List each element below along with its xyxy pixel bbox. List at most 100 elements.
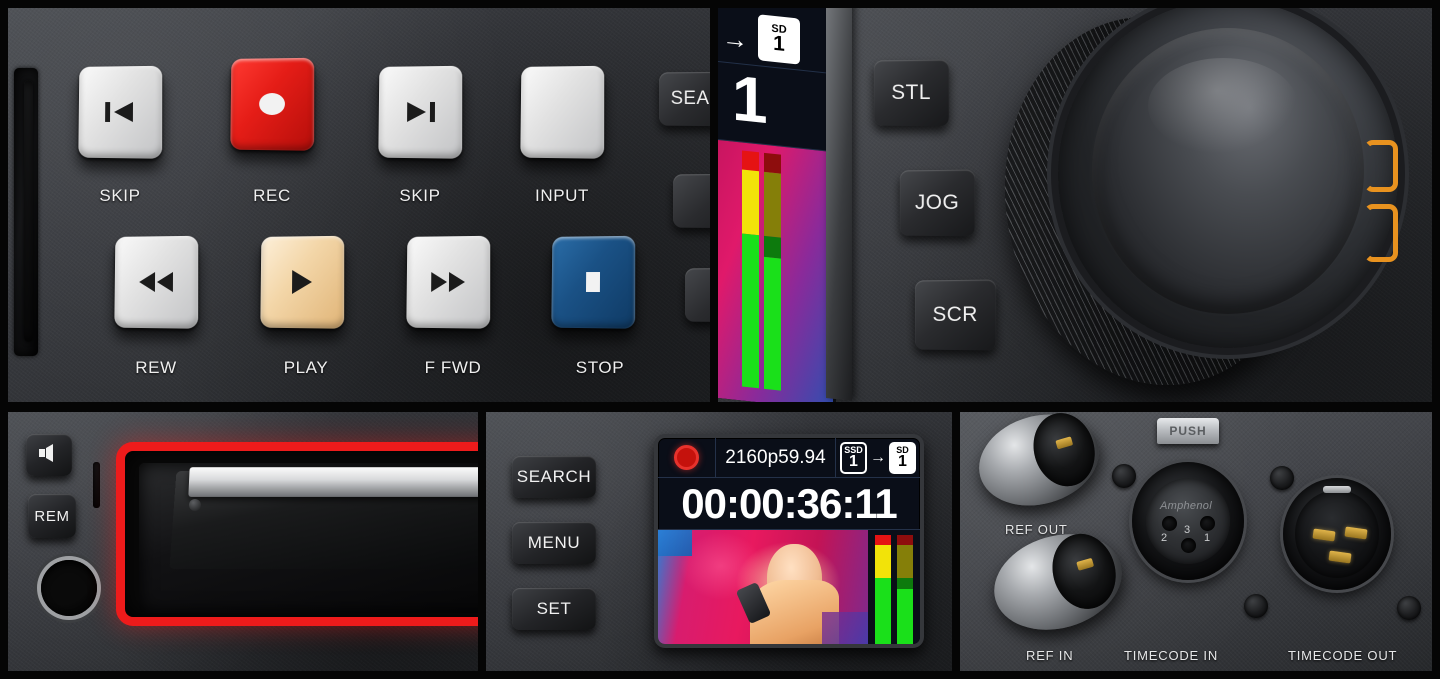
source-ssd-badge: SSD 1 (840, 442, 867, 474)
input-label: INPUT (497, 186, 627, 206)
rec-button[interactable] (230, 58, 314, 151)
play-button[interactable] (260, 236, 344, 329)
device-photo-composite: SKIP REC SKIP INPUT REW PLAY F FWD STOP … (0, 0, 1440, 679)
stop-square-icon (581, 269, 605, 295)
xlr-key-notch (1323, 486, 1351, 493)
orange-indicator-mark-2 (1364, 204, 1398, 262)
timecode-out-label: TIMECODE OUT (1288, 648, 1397, 663)
mounting-screw-4 (1397, 596, 1421, 620)
search-button[interactable]: SEARCH (512, 456, 596, 498)
bnc-barrel (1044, 526, 1125, 616)
xlr-pin-hole-3 (1181, 538, 1196, 553)
key-face (520, 66, 604, 159)
connector-panel: REF OUT REF IN PUSH Amphenol 2 3 1 TIMEC… (960, 412, 1432, 671)
jog-button[interactable]: JOG (900, 170, 975, 237)
push-latch-tab[interactable]: PUSH (1157, 418, 1219, 444)
side-search-label: SEA (671, 88, 710, 110)
skip-forward-label: SKIP (355, 186, 485, 206)
rem-label: REM (34, 508, 69, 525)
play-icon (289, 268, 315, 296)
record-dot-icon (674, 445, 699, 470)
format-cell: 2160p59.94 (716, 438, 836, 477)
video-thumbnail (658, 530, 868, 648)
side-button-3[interactable] (685, 268, 710, 323)
skip-forward-icon (403, 99, 437, 125)
jog-label: JOG (915, 191, 959, 215)
amphenol-brand-text: Amphenol (1160, 500, 1212, 512)
lcd-video-preview (658, 530, 920, 648)
speaker-button[interactable] (26, 434, 72, 476)
jog-panel-lcd: → SD 1 1 (718, 8, 836, 402)
status-lcd[interactable]: 2160p59.94 SSD 1 → SD 1 00:00:36:11 (654, 434, 924, 648)
set-button[interactable]: SET (512, 588, 596, 630)
menu-button[interactable]: MENU (512, 522, 596, 564)
mounting-screw-1 (1112, 464, 1136, 488)
audio-meters (868, 530, 920, 648)
rec-indicator-cell (658, 438, 716, 477)
timecode-out-xlr[interactable] (1283, 478, 1391, 590)
badge-bottom: 1 (849, 454, 858, 469)
search-label: SEARCH (517, 467, 591, 487)
lcd-audio-meters (742, 151, 781, 391)
ref-in-bnc-connector[interactable] (983, 520, 1133, 644)
ssd-drive-edge (188, 467, 478, 497)
jog-wheel-panel: → SD 1 1 STL JOG SCR (718, 8, 1432, 402)
orange-indicator-mark (1364, 140, 1398, 192)
audio-meter-ch2 (897, 535, 913, 645)
audio-meter-ch1 (742, 151, 759, 389)
rec-label: REC (207, 186, 337, 206)
input-button[interactable] (520, 66, 604, 159)
skip-forward-button[interactable] (378, 66, 462, 159)
dest-sd-badge: SD 1 (889, 442, 916, 474)
lcd-timecode-digit: 1 (732, 65, 768, 133)
xlr-pin-number-1: 1 (1204, 532, 1210, 544)
video-format-label: 2160p59.94 (725, 447, 825, 469)
mounting-screw-3 (1244, 594, 1268, 618)
timecode-in-xlr[interactable]: Amphenol 2 3 1 (1132, 462, 1244, 580)
scr-button[interactable]: SCR (915, 280, 996, 351)
headphone-jack[interactable] (41, 560, 97, 616)
xlr-pin-hole-2 (1162, 516, 1177, 531)
route-arrow-icon: → (870, 449, 886, 467)
lcd-arrow-icon: → (722, 22, 748, 56)
transport-controls-panel: SKIP REC SKIP INPUT REW PLAY F FWD STOP … (8, 8, 710, 402)
stl-button[interactable]: STL (874, 60, 949, 127)
side-button-2[interactable] (673, 174, 710, 229)
rewind-icon (137, 270, 175, 294)
jog-dome-highlight (1148, 58, 1298, 154)
jog-shuttle-wheel[interactable] (996, 8, 1416, 402)
xlr-pin-number-3: 3 (1184, 524, 1190, 536)
play-label: PLAY (241, 358, 371, 378)
skip-back-label: SKIP (55, 186, 185, 206)
timecode-in-label: TIMECODE IN (1124, 648, 1218, 663)
lcd-timecode-row: 1 (718, 62, 833, 152)
ref-in-label: REF IN (1026, 648, 1073, 663)
media-route-cell: SSD 1 → SD 1 (836, 438, 920, 477)
side-vent-slot-2 (24, 80, 33, 342)
bnc-barrel (1025, 412, 1103, 494)
ffwd-label: F FWD (388, 358, 518, 378)
ffwd-button[interactable] (406, 236, 490, 329)
ssd-screw (189, 499, 201, 511)
lcd-bezel (826, 8, 852, 401)
skip-back-button[interactable] (78, 66, 162, 159)
stop-button[interactable] (551, 236, 635, 329)
status-display-panel: SEARCH MENU SET 2160p59.94 SSD 1 → SD 1 … (486, 412, 952, 671)
timecode-readout: 00:00:36:11 (658, 478, 920, 530)
lcd-status-bar: 2160p59.94 SSD 1 → SD 1 (658, 438, 920, 478)
ref-out-bnc-connector[interactable] (968, 412, 1110, 519)
menu-label: MENU (528, 533, 580, 553)
speaker-icon (37, 444, 61, 466)
lcd-video-meter-row (718, 140, 833, 402)
dest-sd-badge: SD 1 (758, 14, 800, 64)
side-search-button[interactable]: SEA (659, 72, 710, 127)
badge-bottom: 1 (773, 34, 785, 55)
audio-meter-ch2 (764, 153, 781, 391)
skip-back-icon (103, 99, 137, 125)
xlr-pin-hole-1 (1200, 516, 1215, 531)
mounting-screw-2 (1270, 466, 1294, 490)
rem-button[interactable]: REM (28, 494, 76, 538)
ssd-media-slot[interactable] (116, 442, 478, 626)
status-led-slot (93, 462, 100, 508)
rew-button[interactable] (114, 236, 198, 329)
